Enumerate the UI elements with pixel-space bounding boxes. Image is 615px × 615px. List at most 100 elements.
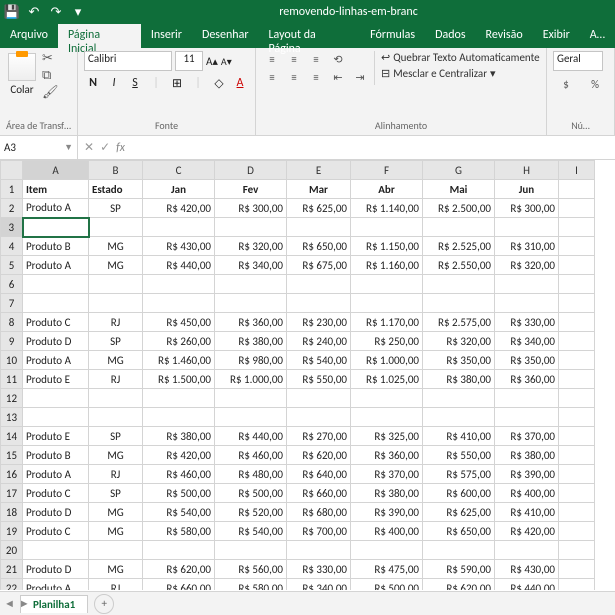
cell[interactable]: [215, 389, 287, 408]
sheet-tab[interactable]: Planilha1: [20, 595, 88, 613]
cell[interactable]: MG: [89, 237, 143, 256]
cell[interactable]: [559, 199, 595, 218]
cell[interactable]: R$ 390,00: [351, 503, 423, 522]
formula-input[interactable]: [131, 136, 615, 159]
cell[interactable]: Produto C: [23, 522, 89, 541]
cell[interactable]: [23, 275, 89, 294]
cell[interactable]: R$ 325,00: [351, 427, 423, 446]
cell[interactable]: [215, 218, 287, 237]
cell[interactable]: R$ 380,00: [351, 484, 423, 503]
tab-revis-o[interactable]: Revisão: [476, 24, 533, 48]
sheet-nav-next-icon[interactable]: ►: [19, 597, 30, 610]
cell[interactable]: [495, 275, 559, 294]
cell[interactable]: R$ 1.500,00: [143, 370, 215, 389]
tab-dados[interactable]: Dados: [425, 24, 475, 48]
worksheet-area[interactable]: ABCDEFGHI1ItemEstadoJanFevMarAbrMaiJun2P…: [0, 160, 615, 590]
cell[interactable]: [89, 218, 143, 237]
cell[interactable]: RJ: [89, 465, 143, 484]
cell[interactable]: Mai: [423, 180, 495, 199]
cell[interactable]: R$ 320,00: [495, 256, 559, 275]
cell[interactable]: R$ 2.550,00: [423, 256, 495, 275]
cell[interactable]: Produto E: [23, 427, 89, 446]
cell[interactable]: Produto B: [23, 237, 89, 256]
cell[interactable]: RJ: [89, 579, 143, 591]
cell[interactable]: Produto A: [23, 465, 89, 484]
cell[interactable]: Produto A: [23, 256, 89, 275]
cell[interactable]: [143, 408, 215, 427]
cell[interactable]: R$ 420,00: [495, 522, 559, 541]
cell[interactable]: R$ 390,00: [495, 465, 559, 484]
cell[interactable]: [215, 408, 287, 427]
row-header[interactable]: 4: [1, 237, 23, 256]
cell[interactable]: RJ: [89, 370, 143, 389]
cell[interactable]: [287, 389, 351, 408]
cell[interactable]: R$ 420,00: [143, 199, 215, 218]
cell[interactable]: Fev: [215, 180, 287, 199]
cell[interactable]: [23, 408, 89, 427]
cell[interactable]: R$ 580,00: [143, 522, 215, 541]
wrap-text-button[interactable]: ↩Quebrar Texto Automaticamente: [381, 51, 540, 64]
cell[interactable]: R$ 620,00: [423, 579, 495, 591]
align-bottom-icon[interactable]: ≡: [306, 51, 326, 67]
cell[interactable]: [423, 275, 495, 294]
cell[interactable]: R$ 250,00: [351, 332, 423, 351]
cell[interactable]: R$ 540,00: [215, 522, 287, 541]
cell[interactable]: [143, 389, 215, 408]
col-header[interactable]: B: [89, 161, 143, 180]
row-header[interactable]: 14: [1, 427, 23, 446]
cell[interactable]: [351, 408, 423, 427]
cell[interactable]: Produto D: [23, 560, 89, 579]
undo-icon[interactable]: ↶: [26, 4, 42, 20]
cell[interactable]: R$ 340,00: [215, 256, 287, 275]
cell[interactable]: R$ 410,00: [423, 427, 495, 446]
merge-center-button[interactable]: ⊟Mesclar e Centralizar▾: [381, 67, 540, 80]
cell[interactable]: R$ 2.525,00: [423, 237, 495, 256]
cell[interactable]: [559, 256, 595, 275]
cell[interactable]: R$ 350,00: [423, 351, 495, 370]
cell[interactable]: R$ 230,00: [287, 313, 351, 332]
cell[interactable]: SP: [89, 427, 143, 446]
cell[interactable]: R$ 540,00: [287, 351, 351, 370]
cell[interactable]: R$ 440,00: [495, 579, 559, 591]
cell[interactable]: [559, 275, 595, 294]
cell[interactable]: R$ 330,00: [495, 313, 559, 332]
cell[interactable]: R$ 640,00: [287, 465, 351, 484]
cell[interactable]: [351, 541, 423, 560]
cell[interactable]: [89, 408, 143, 427]
tab-arquivo[interactable]: Arquivo: [0, 24, 58, 48]
row-header[interactable]: 5: [1, 256, 23, 275]
cell[interactable]: MG: [89, 522, 143, 541]
border-button[interactable]: ⊞: [168, 74, 186, 92]
cell[interactable]: R$ 620,00: [287, 446, 351, 465]
cell[interactable]: [89, 389, 143, 408]
cell[interactable]: R$ 1.460,00: [143, 351, 215, 370]
cell[interactable]: R$ 320,00: [423, 332, 495, 351]
accounting-format-icon[interactable]: $: [553, 74, 579, 94]
row-header[interactable]: 12: [1, 389, 23, 408]
cell[interactable]: [23, 389, 89, 408]
row-header[interactable]: 7: [1, 294, 23, 313]
row-header[interactable]: 19: [1, 522, 23, 541]
align-right-icon[interactable]: ≡: [306, 69, 326, 85]
cell[interactable]: [23, 541, 89, 560]
cell[interactable]: [495, 218, 559, 237]
row-header[interactable]: 15: [1, 446, 23, 465]
row-header[interactable]: 2: [1, 199, 23, 218]
cell[interactable]: R$ 560,00: [215, 560, 287, 579]
cell[interactable]: R$ 625,00: [287, 199, 351, 218]
cell[interactable]: [559, 579, 595, 591]
cell[interactable]: R$ 700,00: [287, 522, 351, 541]
cell[interactable]: MG: [89, 446, 143, 465]
cell[interactable]: MG: [89, 560, 143, 579]
cell[interactable]: [423, 541, 495, 560]
cell[interactable]: [89, 275, 143, 294]
cell[interactable]: [287, 408, 351, 427]
cell[interactable]: [559, 370, 595, 389]
cell[interactable]: R$ 2.575,00: [423, 313, 495, 332]
cell[interactable]: [287, 218, 351, 237]
cell[interactable]: [495, 408, 559, 427]
cell[interactable]: [215, 294, 287, 313]
cell[interactable]: R$ 1.000,00: [351, 351, 423, 370]
enter-formula-icon[interactable]: ✓: [100, 140, 110, 155]
cancel-formula-icon[interactable]: ✕: [84, 140, 94, 155]
